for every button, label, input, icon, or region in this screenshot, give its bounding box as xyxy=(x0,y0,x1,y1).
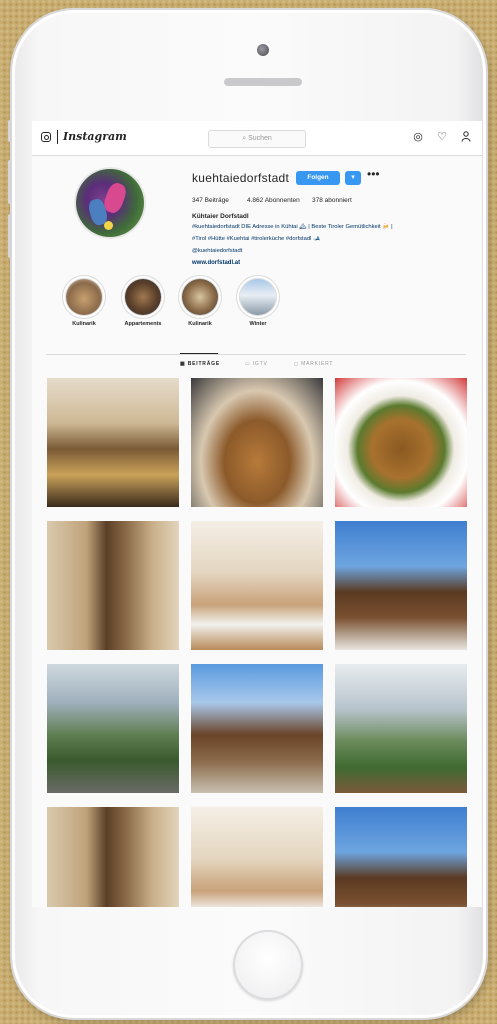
bio-mention-link[interactable]: @kuehtaiedorfstadt xyxy=(192,248,242,254)
highlight-winter[interactable]: Winter xyxy=(238,279,278,327)
search-placeholder: Suchen xyxy=(248,135,272,142)
tab-posts[interactable]: ▦ BEITRÄGE xyxy=(180,361,220,367)
home-button[interactable] xyxy=(233,930,303,1000)
avatar-image xyxy=(76,169,144,237)
mute-switch xyxy=(8,120,12,142)
highlight-label: Winter xyxy=(249,321,267,327)
instagram-screen: Instagram ⌕ Suchen ◎ ♡ kuehtaiedorfstadt… xyxy=(32,121,482,907)
user-icon[interactable] xyxy=(460,131,472,143)
highlight-label: Appartements xyxy=(124,321,162,327)
highlight-kulinarik[interactable]: Kulinarik xyxy=(64,279,104,327)
active-tab-indicator xyxy=(180,353,218,354)
follow-button[interactable]: Folgen xyxy=(296,171,340,185)
more-options-icon[interactable]: ••• xyxy=(367,167,380,181)
post-thumbnail-terrace-food[interactable] xyxy=(47,378,179,507)
top-navigation-bar: Instagram ⌕ Suchen ◎ ♡ xyxy=(32,121,482,156)
post-thumbnail-chalet[interactable] xyxy=(335,521,467,650)
volume-up-button xyxy=(8,160,12,204)
website-link[interactable]: www.dorfstadl.at xyxy=(192,260,240,266)
highlight-cover xyxy=(240,279,276,315)
compass-icon[interactable]: ◎ xyxy=(412,131,424,143)
bio-line: #Tirol #Hütte #Kuehtai #tirolerküche #do… xyxy=(192,236,321,242)
highlight-cover xyxy=(66,279,102,315)
tab-igtv[interactable]: ▭ IGTV xyxy=(245,361,268,367)
bio-line: #kuehtaiedorfstadt DIE Adresse in Kühtai… xyxy=(192,224,393,230)
volume-down-button xyxy=(8,214,12,258)
instagram-glyph-icon[interactable] xyxy=(41,132,51,142)
logo-divider xyxy=(57,130,58,144)
instagram-wordmark[interactable]: Instagram xyxy=(63,130,127,143)
post-thumbnail-wooden-wall[interactable] xyxy=(47,521,179,650)
posts-count: 347 Beiträge xyxy=(192,197,229,204)
post-thumbnail-chalet-exterior[interactable] xyxy=(191,664,323,793)
tabs-divider xyxy=(46,354,466,355)
post-thumbnail-wooden-wall[interactable] xyxy=(47,807,179,907)
earpiece-speaker xyxy=(224,78,302,86)
highlight-label: Kulinarik xyxy=(72,321,96,327)
post-thumbnail-alpine-valley[interactable] xyxy=(335,664,467,793)
highlight-kulinarik-2[interactable]: Kulinarik xyxy=(180,279,220,327)
bio-name: Kühtaier Dorfstadl xyxy=(192,213,249,220)
highlight-appartements[interactable]: Appartements xyxy=(123,279,163,327)
highlight-label: Kulinarik xyxy=(188,321,212,327)
search-input[interactable]: ⌕ Suchen xyxy=(208,130,306,148)
post-thumbnail-dining-room[interactable] xyxy=(191,521,323,650)
tab-tagged[interactable]: ◻ MARKIERT xyxy=(294,361,333,367)
profile-username: kuehtaiedorfstadt xyxy=(192,171,290,185)
post-thumbnail-soup[interactable] xyxy=(335,378,467,507)
post-thumbnail-apple-strudel[interactable] xyxy=(191,378,323,507)
heart-icon[interactable]: ♡ xyxy=(436,131,448,143)
followers-count[interactable]: 4.862 Abonnenten xyxy=(247,197,300,204)
post-thumbnail-mountain-terrace[interactable] xyxy=(47,664,179,793)
front-camera xyxy=(257,44,269,56)
highlight-cover xyxy=(182,279,218,315)
highlight-cover xyxy=(125,279,161,315)
profile-avatar[interactable] xyxy=(74,167,146,239)
suggestions-dropdown-button[interactable]: ▾ xyxy=(345,171,361,185)
post-thumbnail-dining-room[interactable] xyxy=(191,807,323,907)
post-thumbnail-chalet[interactable] xyxy=(335,807,467,907)
following-count[interactable]: 378 abonniert xyxy=(312,197,352,204)
